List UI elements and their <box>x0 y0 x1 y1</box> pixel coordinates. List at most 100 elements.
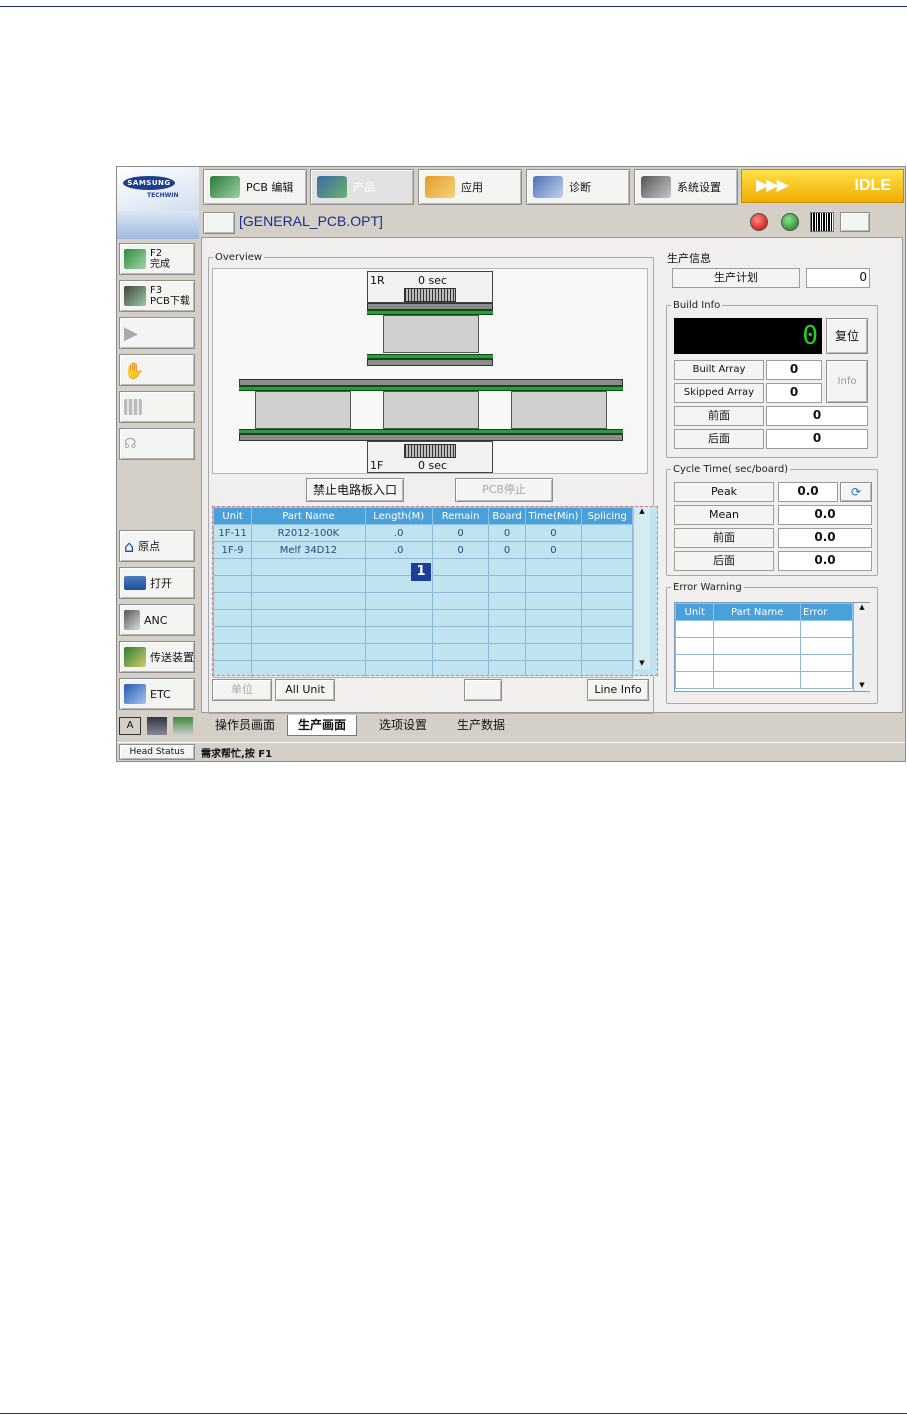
cell: 0 <box>488 541 526 559</box>
f3-pcb-download-button[interactable]: F3 PCB下载 <box>119 280 195 312</box>
error-col-part[interactable]: Part Name <box>713 603 801 621</box>
grid-button[interactable] <box>119 391 195 423</box>
table-row[interactable] <box>674 654 853 672</box>
board-out <box>511 391 607 429</box>
unit-button[interactable]: 单位 <box>212 679 272 701</box>
nozzle-button[interactable]: ☊ <box>119 428 195 460</box>
font-size-icon[interactable]: A <box>119 717 141 735</box>
info-button[interactable]: Info <box>826 360 868 403</box>
table-row[interactable] <box>212 609 633 627</box>
col-time[interactable]: Time(Min) <box>524 507 583 525</box>
col-part-name[interactable]: Part Name <box>251 507 366 525</box>
open-file-button[interactable] <box>203 212 235 234</box>
cell: .0 <box>364 541 433 559</box>
tab-options[interactable]: 选项设置 <box>369 715 437 735</box>
table-cell <box>212 592 253 610</box>
origin-button[interactable]: ⌂ 原点 <box>119 530 195 562</box>
table-row[interactable] <box>674 637 853 655</box>
col-splicing[interactable]: Splicing <box>581 507 633 525</box>
front-feeder <box>404 444 456 458</box>
open-button[interactable]: 打开 <box>119 567 195 599</box>
tab-production[interactable]: 生产画面 <box>287 715 358 736</box>
pcb-edit-icon <box>210 176 240 198</box>
barcode-icon[interactable] <box>810 212 834 232</box>
tab-production-data[interactable]: 生产数据 <box>447 715 515 735</box>
table-row[interactable] <box>212 592 633 610</box>
disable-board-entry-button[interactable]: 禁止电路板入口 <box>306 478 404 502</box>
table-row[interactable]: 1F-11 R2012-100K .0 0 0 0 <box>212 524 633 542</box>
file-name: [GENERAL_PCB.OPT] <box>239 213 383 229</box>
refresh-icon[interactable]: ⟳ <box>840 482 872 502</box>
line-info-button[interactable]: Line Info <box>587 679 649 701</box>
f2-complete-button[interactable]: F2 完成 <box>119 243 195 275</box>
f2-label: F2 完成 <box>150 248 170 270</box>
error-scrollbar[interactable]: ▲ ▼ <box>853 603 870 691</box>
table-row[interactable] <box>674 620 853 638</box>
front-head-label: 1F <box>370 459 384 472</box>
table-cell <box>212 558 253 576</box>
production-panel: Overview 1R 0 sec 1F 0 sec 禁止电路板入口 PCB停止… <box>201 237 903 714</box>
table-row[interactable] <box>212 626 633 644</box>
cell: 1F-9 <box>212 541 253 559</box>
reset-button[interactable]: 复位 <box>826 318 868 354</box>
table-cell <box>251 643 366 661</box>
play-icon: ▶ <box>124 322 138 344</box>
error-col-unit[interactable]: Unit <box>674 603 715 621</box>
table-cell <box>431 558 490 576</box>
skipped-array-value: 0 <box>766 383 822 403</box>
green-light-icon[interactable] <box>781 213 799 231</box>
save-icon[interactable] <box>147 717 167 735</box>
head-status-button[interactable]: Head Status <box>119 744 195 760</box>
error-scroll-down-icon[interactable]: ▼ <box>854 681 870 691</box>
samsung-logo: SAMSUNG TECHWIN <box>117 167 199 239</box>
col-length[interactable]: Length(M) <box>364 507 433 525</box>
pcb-stop-button[interactable]: PCB停止 <box>455 478 553 502</box>
rear-rail-bottom <box>367 359 493 366</box>
table-cell <box>431 592 490 610</box>
print-icon[interactable] <box>173 717 193 735</box>
peak-label: Peak <box>674 482 774 502</box>
error-col-error[interactable]: Error <box>800 603 853 621</box>
all-unit-button[interactable]: All Unit <box>275 679 335 701</box>
table-cell <box>431 660 490 678</box>
page-bottom-rule <box>0 1413 907 1414</box>
tab-operator[interactable]: 操作员画面 <box>205 715 285 735</box>
table-row[interactable] <box>212 643 633 661</box>
cell: 1F-11 <box>212 524 253 542</box>
export-icon[interactable] <box>464 679 502 701</box>
error-scroll-up-icon[interactable]: ▲ <box>854 603 870 613</box>
hand-button[interactable]: ✋ <box>119 354 195 386</box>
anc-button[interactable]: ANC <box>119 604 195 636</box>
play-button[interactable]: ▶ <box>119 317 195 349</box>
etc-button[interactable]: ETC <box>119 678 195 710</box>
mean-value: 0.0 <box>778 505 872 525</box>
production-plan-label: 生产计划 <box>672 268 800 288</box>
col-remain[interactable]: Remain <box>431 507 490 525</box>
callout-marker: 1 <box>411 563 431 581</box>
table-cell <box>364 643 433 661</box>
pcb-edit-button[interactable]: PCB 编辑 <box>203 169 307 205</box>
logo-sub: TECHWIN <box>147 192 179 199</box>
diagnose-button[interactable]: 诊断 <box>526 169 630 205</box>
apply-button[interactable]: 应用 <box>418 169 522 205</box>
col-board[interactable]: Board <box>488 507 526 525</box>
col-unit[interactable]: Unit <box>212 507 253 525</box>
table-cell <box>488 660 526 678</box>
conveyor-button[interactable]: 传送装置 <box>119 641 195 673</box>
production-plan-input[interactable]: 0 <box>806 268 870 288</box>
main-rail-bottom <box>239 434 623 441</box>
scroll-up-icon[interactable]: ▲ <box>634 507 650 517</box>
table-row[interactable] <box>212 660 633 678</box>
help-text: 需求帮忙,按 F1 <box>201 749 273 760</box>
cell: .0 <box>364 524 433 542</box>
production-button[interactable]: 产品 <box>310 169 414 205</box>
table-scrollbar[interactable]: ▲ ▼ <box>633 507 650 669</box>
table-row[interactable] <box>674 671 853 689</box>
scanner-icon[interactable] <box>840 212 870 232</box>
red-light-icon[interactable] <box>750 213 768 231</box>
system-settings-button[interactable]: 系统设置 <box>634 169 738 205</box>
table-row[interactable]: 1F-9 Melf 34D12 .0 0 0 0 <box>212 541 633 559</box>
scroll-down-icon[interactable]: ▼ <box>634 659 650 669</box>
cell: 0 <box>431 524 490 542</box>
logo-brand: SAMSUNG <box>123 176 175 190</box>
